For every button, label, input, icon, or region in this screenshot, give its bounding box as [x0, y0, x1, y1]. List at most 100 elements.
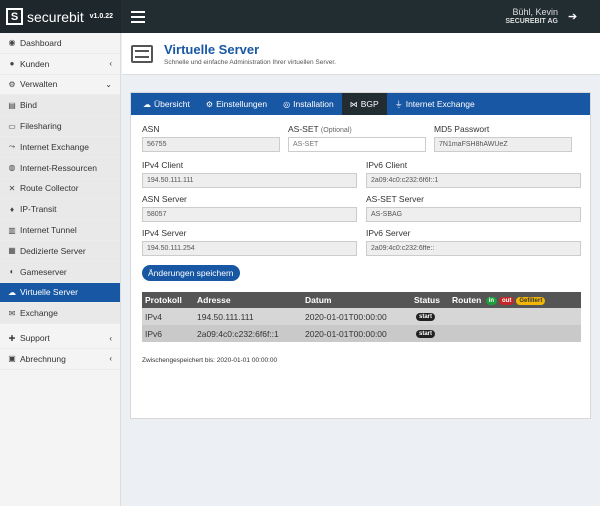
- tab-installation[interactable]: ◎ Installation: [275, 93, 342, 115]
- users-icon: ●: [9, 59, 15, 69]
- sidebar-item-label: Exchange: [20, 308, 58, 319]
- cell-status: start: [411, 308, 449, 325]
- brand[interactable]: S securebit v1.0.22: [0, 0, 121, 33]
- tab-internet-exchange[interactable]: ⏚ Internet Exchange: [387, 93, 483, 115]
- as-set-label-text: AS-SET: [288, 124, 319, 134]
- top-navbar: S securebit v1.0.22 Bühl, Kevin SECUREBI…: [0, 0, 600, 33]
- as-set-server-label: AS-SET Server: [366, 194, 424, 204]
- sidebar-item-label: Dashboard: [20, 37, 62, 48]
- sidebar-item-internet-tunnel[interactable]: ▥ Internet Tunnel: [0, 220, 120, 241]
- as-set-label: AS-SET (Optional): [288, 124, 426, 134]
- dashboard-icon: ◉: [8, 38, 16, 48]
- ipv6-client-field[interactable]: [366, 173, 581, 188]
- sidebar-item-ip-transit[interactable]: ♦ IP-Transit: [0, 199, 120, 221]
- exchange-icon: ⤳: [8, 141, 16, 151]
- asn-server-label: ASN Server: [142, 194, 187, 204]
- tab-bgp[interactable]: ⋈ BGP: [341, 93, 387, 115]
- sidebar-item-verwalten[interactable]: ⚙ Verwalten ⌄: [0, 75, 120, 96]
- tab-label: Installation: [293, 99, 334, 109]
- gamepad-icon: ◐: [9, 267, 15, 277]
- sidebar-item-virtuelle-server[interactable]: ☁ Virtuelle Server: [0, 282, 120, 304]
- cogs-icon: ⚙: [8, 79, 16, 89]
- ipv4-server-label: IPv4 Server: [142, 228, 187, 238]
- brand-name: securebit: [27, 8, 84, 25]
- tab-uebersicht[interactable]: ☁ Übersicht: [135, 93, 198, 115]
- cell-adresse: 2a09:4c0:c232:6f6f::1: [197, 328, 279, 339]
- support-icon: ✚: [8, 333, 16, 343]
- ipv4-server-field[interactable]: [142, 241, 357, 256]
- ipv4-client-label: IPv4 Client: [142, 160, 184, 170]
- save-changes-button[interactable]: Änderungen speichern: [142, 265, 240, 281]
- as-set-field[interactable]: [288, 137, 426, 152]
- book-icon: ▤: [8, 100, 16, 110]
- ipv4-client-field[interactable]: [142, 173, 357, 188]
- ipv6-client-label: IPv6 Client: [366, 160, 408, 170]
- settings-icon: ⚙: [205, 99, 214, 109]
- ipv6-server-field[interactable]: [366, 241, 581, 256]
- version-label: v1.0.22: [89, 13, 113, 20]
- sidebar-item-bind[interactable]: ▤ Bind: [0, 95, 120, 117]
- sidebar-item-gameserver[interactable]: ◐ Gameserver: [0, 261, 120, 283]
- invoice-icon: ▣: [8, 354, 16, 364]
- out-badge: out: [499, 296, 515, 305]
- folder-icon: ▭: [8, 121, 16, 131]
- cell-routen: [449, 325, 581, 342]
- cell-protokoll: IPv4: [145, 311, 163, 322]
- user-info[interactable]: Bühl, Kevin SECUREBIT AG: [505, 7, 558, 26]
- sidebar-item-label: Internet Tunnel: [20, 225, 77, 236]
- start-button[interactable]: start: [416, 330, 436, 339]
- page-title: Virtuelle Server: [164, 41, 260, 57]
- route-icon: ✕: [8, 183, 16, 193]
- sidebar-item-label: Dedizierte Server: [20, 245, 86, 256]
- server-icon: [131, 44, 153, 63]
- sidebar-item-kunden[interactable]: ● Kunden ‹: [0, 54, 120, 75]
- md5-password-field[interactable]: [434, 137, 572, 152]
- sidebar-item-label: Filesharing: [20, 121, 62, 132]
- col-routen: Routen in out Gefiltert: [449, 292, 581, 308]
- sidebar-item-exchange[interactable]: ✉ Exchange: [0, 303, 120, 325]
- server-icon: ▦: [8, 246, 16, 256]
- asn-label: ASN: [142, 124, 160, 134]
- sidebar-item-route-collector[interactable]: ✕ Route Collector: [0, 178, 120, 200]
- sidebar-item-filesharing[interactable]: ▭ Filesharing: [0, 116, 120, 137]
- tab-label: BGP: [360, 99, 379, 109]
- table-header-row: Protokoll Adresse Datum Status Routen in…: [142, 292, 581, 308]
- page-header: Virtuelle Server Schnelle und einfache A…: [122, 33, 600, 75]
- sidebar-item-abrechnung[interactable]: ▣ Abrechnung ‹: [0, 349, 120, 370]
- chevron-left-icon: ‹: [109, 59, 112, 69]
- menu-toggle-icon[interactable]: [131, 8, 145, 26]
- start-button[interactable]: start: [416, 313, 436, 322]
- table-row: IPv6 2a09:4c0:c232:6f6f::1 2020-01-01T00…: [142, 325, 581, 342]
- cell-status: start: [411, 325, 449, 342]
- asn-field[interactable]: [142, 137, 280, 152]
- asn-server-field[interactable]: [142, 207, 357, 222]
- user-name: Bühl, Kevin: [512, 6, 558, 17]
- sidebar-item-label: Internet Exchange: [20, 141, 89, 152]
- sidebar-item-label: Support: [20, 333, 50, 344]
- mail-icon: ✉: [8, 308, 16, 318]
- tunnel-icon: ▥: [8, 225, 16, 235]
- plug-icon: ⏚: [394, 99, 403, 109]
- sidebar-item-internet-exchange[interactable]: ⤳ Internet Exchange: [0, 136, 120, 158]
- sidebar-item-support[interactable]: ✚ Support ‹: [0, 328, 120, 349]
- user-company: SECUREBIT AG: [505, 17, 558, 25]
- tab-einstellungen[interactable]: ⚙ Einstellungen: [198, 93, 275, 115]
- pin-icon: ♦: [9, 204, 15, 214]
- cell-protokoll: IPv6: [145, 328, 163, 339]
- network-icon: ⋈: [349, 99, 358, 109]
- sidebar-item-internet-ressourcen[interactable]: ◍ Internet-Ressourcen: [0, 157, 120, 179]
- sidebar-item-dashboard[interactable]: ◉ Dashboard: [0, 33, 120, 54]
- sidebar-item-dedizierte-server[interactable]: ▦ Dedizierte Server: [0, 240, 120, 262]
- chevron-left-icon: ‹: [109, 333, 112, 343]
- sidebar-item-label: Gameserver: [20, 266, 67, 277]
- optional-hint: (Optional): [320, 127, 352, 134]
- tab-bar: ☁ Übersicht ⚙ Einstellungen ◎ Installation …: [131, 93, 590, 115]
- table-row: IPv4 194.50.111.111 2020-01-01T00:00:00 …: [142, 308, 581, 325]
- sidebar-item-label: Kunden: [20, 58, 50, 69]
- as-set-server-field[interactable]: [366, 207, 581, 222]
- sidebar-item-label: Route Collector: [20, 183, 79, 194]
- globe-icon: ◍: [8, 163, 16, 173]
- ipv6-server-label: IPv6 Server: [366, 228, 411, 238]
- tab-label: Internet Exchange: [405, 99, 475, 109]
- logout-icon[interactable]: ➔: [568, 10, 582, 23]
